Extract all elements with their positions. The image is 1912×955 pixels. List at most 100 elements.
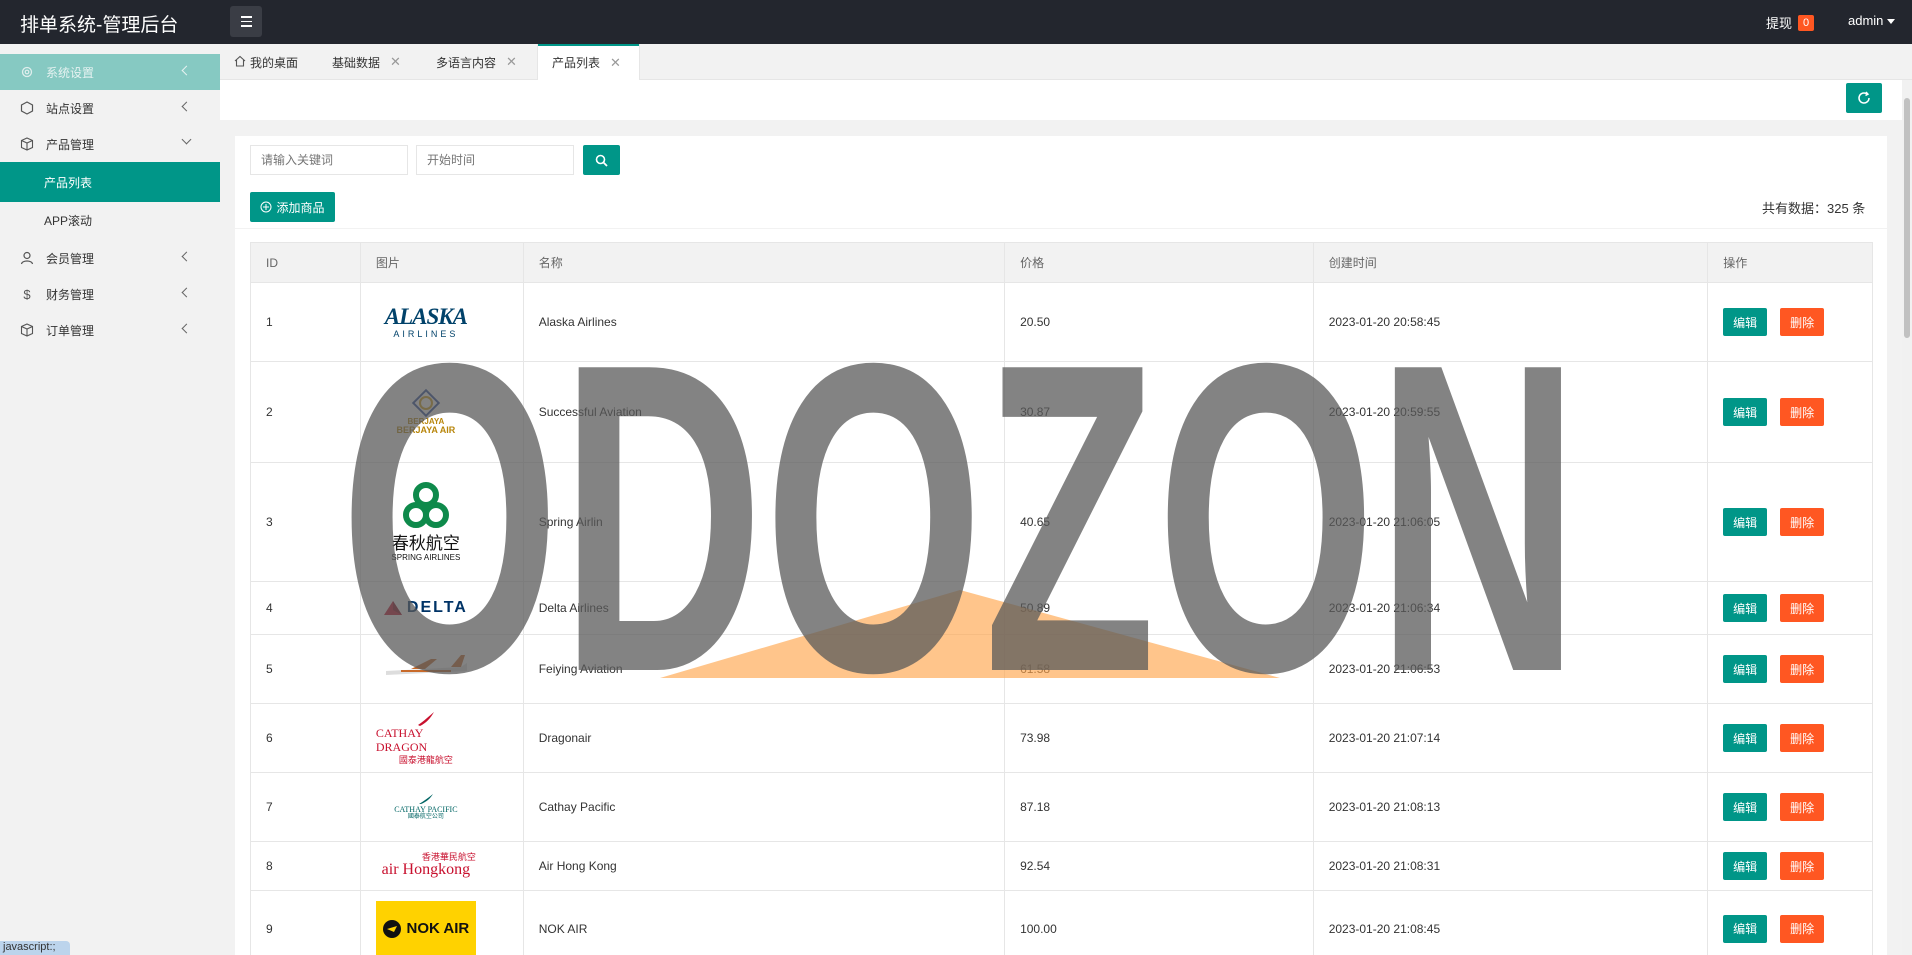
cell-actions: 编辑 删除 — [1708, 704, 1872, 772]
cell-created: 2023-01-20 21:06:34 — [1314, 582, 1709, 634]
sidebar-item-label: 财务管理 — [46, 287, 95, 302]
sidebar-item-product-management[interactable]: 产品管理 — [0, 126, 220, 162]
cell-id: 8 — [251, 842, 361, 890]
cathay-pacific-logo: CATHAY PACIFIC 國泰航空公司 — [376, 793, 476, 821]
table-row: 3 春秋航空 SPRING AIRLINES Spring Airlin 40.… — [251, 463, 1872, 582]
cell-created: 2023-01-20 21:08:13 — [1314, 773, 1709, 841]
search-button[interactable] — [583, 145, 620, 175]
table-row: 6 CATHAY DRAGON 國泰港龍航空 Dragonair 73.98 2… — [251, 704, 1872, 773]
edit-button[interactable]: 编辑 — [1723, 852, 1768, 880]
gear-icon — [20, 65, 34, 79]
refresh-button[interactable] — [1846, 83, 1882, 113]
cell-image: BERJAYA BERJAYA AIR — [361, 362, 524, 462]
column-header-id[interactable]: ID — [251, 243, 361, 282]
close-icon[interactable]: ✕ — [610, 55, 621, 71]
table-row: 4 DELTA Delta Airlines 50.89 2023-01-20 … — [251, 582, 1872, 635]
close-icon[interactable]: ✕ — [506, 54, 517, 70]
cell-name: Successful Aviation — [524, 362, 1006, 462]
edit-button[interactable]: 编辑 — [1723, 398, 1768, 426]
app-brand[interactable]: 排单系统-管理后台 — [20, 10, 178, 37]
cell-created: 2023-01-20 20:59:55 — [1314, 362, 1709, 462]
sidebar-item-finance-management[interactable]: $ 财务管理 — [0, 276, 220, 312]
cell-name: NOK AIR — [524, 891, 1006, 955]
withdraw-link[interactable]: 提现 0 — [1766, 13, 1815, 32]
cube-icon — [20, 101, 34, 115]
table-row: 2 BERJAYA BERJAYA AIR Successful Aviatio… — [251, 362, 1872, 463]
start-date-input[interactable] — [416, 145, 574, 175]
search-icon — [595, 154, 608, 167]
close-icon[interactable]: ✕ — [390, 54, 401, 70]
edit-button[interactable]: 编辑 — [1723, 655, 1768, 683]
delete-button[interactable]: 删除 — [1780, 398, 1825, 426]
cell-price: 20.50 — [1005, 283, 1314, 361]
sidebar-item-order-management[interactable]: 订单管理 — [0, 312, 220, 348]
cell-actions: 编辑 删除 — [1708, 635, 1872, 703]
cell-id: 5 — [251, 635, 361, 703]
spring-airlines-logo: 春秋航空 SPRING AIRLINES — [376, 481, 476, 562]
edit-button[interactable]: 编辑 — [1723, 308, 1768, 336]
dollar-icon: $ — [23, 286, 31, 302]
menu-toggle-button[interactable] — [230, 6, 262, 37]
edit-button[interactable]: 编辑 — [1723, 508, 1768, 536]
delete-button[interactable]: 删除 — [1780, 508, 1825, 536]
chevron-left-icon — [181, 101, 192, 112]
berjaya-air-logo: BERJAYA BERJAYA AIR — [376, 388, 476, 437]
delete-button[interactable]: 删除 — [1780, 914, 1825, 943]
table-row: 1 ALASKA AIRLINES Alaska Airlines 20.50 … — [251, 283, 1872, 362]
box-icon — [20, 323, 34, 337]
column-header-created[interactable]: 创建时间 — [1314, 243, 1709, 282]
add-product-label: 添加商品 — [276, 200, 325, 215]
cell-created: 2023-01-20 21:07:14 — [1314, 704, 1709, 772]
tab-multilingual[interactable]: 多语言内容 ✕ — [436, 44, 536, 80]
cell-id: 6 — [251, 704, 361, 772]
edit-button[interactable]: 编辑 — [1723, 914, 1768, 943]
sidebar-item-app-scroll[interactable]: APP滚动 — [0, 202, 220, 238]
sidebar-item-product-list[interactable]: 产品列表 — [0, 162, 220, 202]
chevron-left-icon — [181, 65, 192, 76]
sidebar-item-label: 订单管理 — [46, 323, 95, 338]
delete-button[interactable]: 删除 — [1780, 655, 1825, 683]
delete-button[interactable]: 删除 — [1780, 793, 1825, 821]
tab-label: 多语言内容 — [436, 55, 497, 70]
sidebar-item-site-settings[interactable]: 站点设置 — [0, 90, 220, 126]
edit-button[interactable]: 编辑 — [1723, 724, 1768, 752]
tab-basic-data[interactable]: 基础数据 ✕ — [332, 44, 422, 80]
refresh-icon — [1858, 91, 1870, 104]
tab-label: 我的桌面 — [250, 55, 299, 70]
user-menu[interactable]: admin — [1848, 13, 1896, 28]
cell-image: CATHAY DRAGON 國泰港龍航空 — [361, 704, 524, 772]
delete-button[interactable]: 删除 — [1780, 852, 1825, 880]
delete-button[interactable]: 删除 — [1780, 724, 1825, 752]
record-count: 共有数据：325 条 — [1762, 201, 1866, 216]
user-icon — [20, 251, 34, 265]
cell-id: 3 — [251, 463, 361, 581]
edit-button[interactable]: 编辑 — [1723, 594, 1768, 622]
chevron-left-icon — [181, 251, 192, 262]
column-header-image[interactable]: 图片 — [361, 243, 524, 282]
air-hongkong-logo: 香港華民航空 air Hongkong — [381, 851, 476, 879]
alaska-airlines-logo: ALASKA AIRLINES — [384, 304, 468, 339]
cell-name: Alaska Airlines — [524, 283, 1006, 361]
delete-button[interactable]: 删除 — [1780, 308, 1825, 336]
sidebar-item-label: 会员管理 — [46, 251, 95, 266]
cell-image: ALASKA AIRLINES — [361, 283, 524, 361]
column-header-price[interactable]: 价格 — [1005, 243, 1314, 282]
tab-home[interactable]: 我的桌面 — [234, 44, 324, 80]
withdraw-label: 提现 — [1766, 16, 1793, 31]
column-header-name[interactable]: 名称 — [524, 243, 1006, 282]
add-product-button[interactable]: 添加商品 — [250, 192, 335, 222]
cell-price: 40.65 — [1005, 463, 1314, 581]
sidebar-item-member-management[interactable]: 会员管理 — [0, 240, 220, 276]
delete-button[interactable]: 删除 — [1780, 594, 1825, 622]
keyword-search-input[interactable] — [250, 145, 408, 175]
cell-actions: 编辑 删除 — [1708, 842, 1872, 890]
feiying-aircraft-image — [376, 649, 476, 689]
chevron-left-icon — [181, 323, 192, 334]
sidebar-item-system-settings[interactable]: 系统设置 — [0, 54, 220, 90]
delta-logo: DELTA — [376, 599, 476, 617]
table-header: ID 图片 名称 价格 创建时间 操作 — [251, 243, 1872, 283]
edit-button[interactable]: 编辑 — [1723, 793, 1768, 821]
tab-product-list[interactable]: 产品列表 ✕ — [537, 44, 640, 81]
cathay-dragon-logo: CATHAY DRAGON 國泰港龍航空 — [376, 711, 476, 765]
page-scrollbar[interactable] — [1902, 80, 1912, 955]
